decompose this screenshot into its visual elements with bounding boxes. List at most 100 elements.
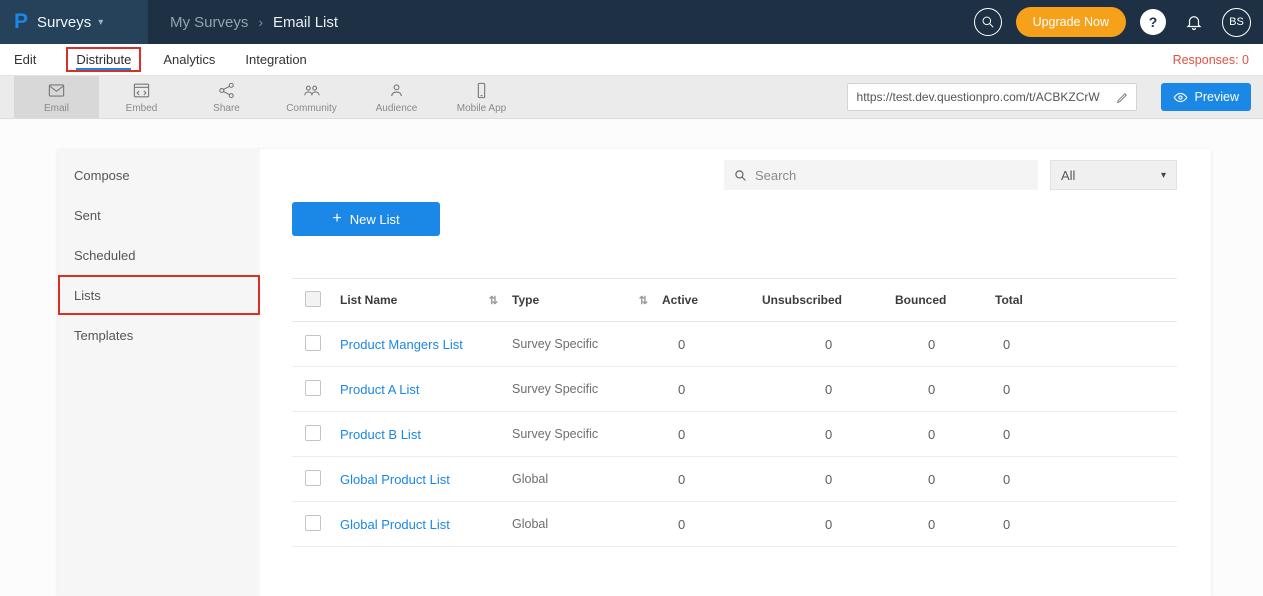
questionpro-logo: P xyxy=(14,10,28,34)
sidebar-item-lists[interactable]: Lists xyxy=(58,275,260,315)
row-checkbox[interactable] xyxy=(305,335,321,351)
list-search-input[interactable] xyxy=(755,168,1028,183)
chevron-down-icon: ▾ xyxy=(1161,170,1166,181)
total-count: 0 xyxy=(995,427,1085,442)
breadcrumb-separator: › xyxy=(258,14,263,30)
toolbar-item-label: Embed xyxy=(126,103,158,114)
list-name-link[interactable]: Product Mangers List xyxy=(340,337,463,352)
chevron-down-icon: ▾ xyxy=(98,17,103,28)
total-count: 0 xyxy=(995,517,1085,532)
bounced-count: 0 xyxy=(895,517,995,532)
filters-row: All ▾ xyxy=(292,160,1177,190)
list-type: Survey Specific xyxy=(512,427,662,441)
sidebar-item-scheduled[interactable]: Scheduled xyxy=(58,235,260,275)
row-checkbox[interactable] xyxy=(305,425,321,441)
help-button[interactable]: ? xyxy=(1140,9,1166,35)
community-icon xyxy=(302,81,321,100)
tab-distribute-label: Distribute xyxy=(76,52,131,70)
filter-selected-value: All xyxy=(1061,168,1075,183)
distribute-toolbar: Email Embed Share Community Audience Mob… xyxy=(0,76,1263,119)
column-header-list-name[interactable]: List Name xyxy=(340,293,397,307)
sidebar-item-sent[interactable]: Sent xyxy=(58,195,260,235)
column-header-type[interactable]: Type xyxy=(512,293,539,307)
list-search-box xyxy=(724,160,1038,190)
edit-url-button[interactable] xyxy=(1114,88,1132,106)
list-type-filter[interactable]: All ▾ xyxy=(1050,160,1177,190)
tab-analytics[interactable]: Analytics xyxy=(163,52,215,67)
column-header-bounced: Bounced xyxy=(895,293,995,307)
preview-label: Preview xyxy=(1195,90,1239,104)
breadcrumb-parent[interactable]: My Surveys xyxy=(170,14,248,31)
toolbar-item-email[interactable]: Email xyxy=(14,76,99,118)
bounced-count: 0 xyxy=(895,472,995,487)
toolbar-item-embed[interactable]: Embed xyxy=(99,76,184,118)
list-type: Survey Specific xyxy=(512,337,662,351)
product-switcher[interactable]: P Surveys ▾ xyxy=(0,0,148,44)
list-name-link[interactable]: Global Product List xyxy=(340,472,450,487)
total-count: 0 xyxy=(995,382,1085,397)
new-list-button[interactable]: + New List xyxy=(292,202,440,236)
tab-distribute[interactable]: Distribute xyxy=(66,47,141,72)
breadcrumb-current: Email List xyxy=(273,14,338,31)
lists-content: All ▾ + New List List Name ⇅ Type xyxy=(260,149,1211,596)
product-name: Surveys xyxy=(37,14,91,31)
toolbar-item-share[interactable]: Share xyxy=(184,76,269,118)
toolbar-item-label: Email xyxy=(44,103,69,114)
mobile-app-icon xyxy=(472,81,491,100)
pencil-icon xyxy=(1116,91,1129,104)
topbar: P Surveys ▾ My Surveys › Email List Upgr… xyxy=(0,0,1263,44)
select-all-checkbox[interactable] xyxy=(305,291,321,307)
list-name-link[interactable]: Product B List xyxy=(340,427,421,442)
embed-icon xyxy=(132,81,151,100)
new-list-label: New List xyxy=(350,212,400,227)
toolbar-right: Preview xyxy=(847,76,1263,118)
email-sidebar: Compose Sent Scheduled Lists Templates xyxy=(58,149,260,596)
column-header-active: Active xyxy=(662,293,762,307)
sidebar-item-templates[interactable]: Templates xyxy=(58,315,260,355)
table-row: Product Mangers List Survey Specific 0 0… xyxy=(292,322,1177,367)
share-icon xyxy=(217,81,236,100)
survey-url-group xyxy=(847,83,1137,111)
total-count: 0 xyxy=(995,472,1085,487)
row-checkbox[interactable] xyxy=(305,470,321,486)
tab-integration[interactable]: Integration xyxy=(245,52,306,67)
list-type: Survey Specific xyxy=(512,382,662,396)
table-header-row: List Name ⇅ Type ⇅ Active Unsubscribed B… xyxy=(292,278,1177,322)
preview-button[interactable]: Preview xyxy=(1161,83,1251,111)
list-type: Global xyxy=(512,517,662,531)
list-name-link[interactable]: Product A List xyxy=(340,382,420,397)
toolbar-item-label: Community xyxy=(286,103,337,114)
toolbar-item-mobile-app[interactable]: Mobile App xyxy=(439,76,524,118)
tab-edit[interactable]: Edit xyxy=(14,52,36,67)
user-avatar[interactable]: BS xyxy=(1222,8,1251,37)
list-type: Global xyxy=(512,472,662,486)
eye-icon xyxy=(1173,90,1188,105)
sort-icon[interactable]: ⇅ xyxy=(489,294,498,307)
row-checkbox[interactable] xyxy=(305,515,321,531)
sidebar-item-compose[interactable]: Compose xyxy=(58,155,260,195)
active-count: 0 xyxy=(662,382,762,397)
unsubscribed-count: 0 xyxy=(762,382,895,397)
total-count: 0 xyxy=(995,337,1085,352)
bounced-count: 0 xyxy=(895,427,995,442)
sort-icon[interactable]: ⇅ xyxy=(639,294,648,307)
active-count: 0 xyxy=(662,427,762,442)
upgrade-now-button[interactable]: Upgrade Now xyxy=(1016,7,1126,37)
global-search-button[interactable] xyxy=(974,8,1002,36)
column-header-unsubscribed: Unsubscribed xyxy=(762,293,895,307)
notifications-button[interactable] xyxy=(1180,8,1208,36)
responses-count[interactable]: Responses: 0 xyxy=(1173,53,1249,67)
survey-url-input[interactable] xyxy=(847,83,1137,111)
table-row: Product B List Survey Specific 0 0 0 0 xyxy=(292,412,1177,457)
list-name-link[interactable]: Global Product List xyxy=(340,517,450,532)
audience-icon xyxy=(387,81,406,100)
row-checkbox[interactable] xyxy=(305,380,321,396)
toolbar-item-label: Mobile App xyxy=(457,103,506,114)
toolbar-item-audience[interactable]: Audience xyxy=(354,76,439,118)
toolbar-item-label: Audience xyxy=(376,103,418,114)
search-icon xyxy=(734,169,747,182)
toolbar-item-label: Share xyxy=(213,103,240,114)
unsubscribed-count: 0 xyxy=(762,337,895,352)
column-header-total: Total xyxy=(995,293,1085,307)
toolbar-item-community[interactable]: Community xyxy=(269,76,354,118)
